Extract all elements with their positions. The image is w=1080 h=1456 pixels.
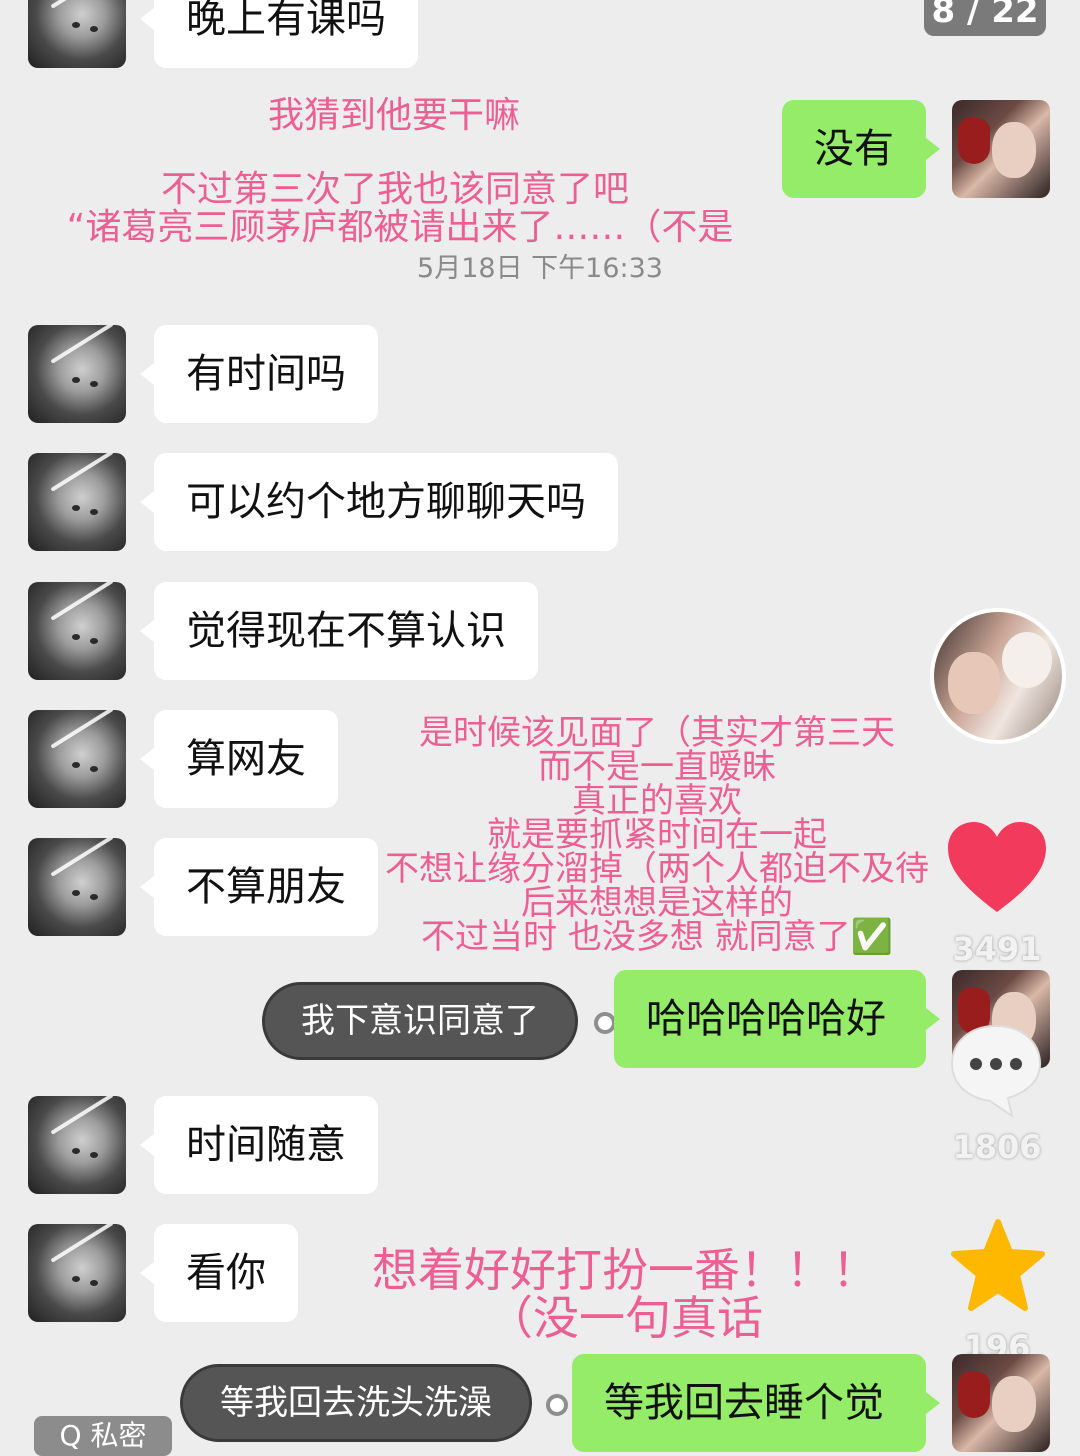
connector-dot <box>594 1012 616 1034</box>
chat-timestamp: 5月18日 下午16:33 <box>417 253 663 284</box>
connector-dot <box>546 1394 568 1416</box>
overlay-line: 不过当时 也没多想 就同意了✅ <box>421 917 893 957</box>
comment-button[interactable] <box>946 1018 1046 1119</box>
contact-avatar[interactable] <box>28 1096 126 1194</box>
message-bubble[interactable]: 看你 <box>140 1224 298 1322</box>
page-counter: 8 / 22 <box>924 0 1046 36</box>
favorite-button[interactable] <box>948 1216 1048 1316</box>
overlay-line: （没一句真话 <box>487 1291 763 1345</box>
overlay-line: 就是要抓紧时间在一起 <box>487 815 827 855</box>
message-bubble-self[interactable]: 等我回去睡个觉 <box>572 1354 940 1452</box>
comment-icon <box>950 1024 1042 1119</box>
heart-icon <box>948 822 1046 912</box>
contact-avatar[interactable] <box>28 0 126 68</box>
creator-avatar[interactable] <box>930 608 1066 744</box>
comment-count: 1806 <box>952 1128 1042 1166</box>
contact-avatar[interactable] <box>28 838 126 936</box>
overlay-line: 而不是一直暧昧 <box>538 747 776 787</box>
message-bubble[interactable]: 不算朋友 <box>140 838 378 936</box>
star-icon <box>951 1219 1045 1311</box>
contact-avatar[interactable] <box>28 453 126 551</box>
overlay-line: 不想让缘分溜掉（两个人都迫不及待 <box>385 849 929 889</box>
message-bubble[interactable]: 算网友 <box>140 710 338 808</box>
overlay-caption: “诸葛亮三顾茅庐都被请出来了……（不是 <box>66 207 734 248</box>
contact-avatar[interactable] <box>28 1224 126 1322</box>
overlay-caption-block: 想着好好打扮一番！！！ （没一句真话 <box>370 1246 880 1342</box>
like-button[interactable] <box>942 812 1052 922</box>
overlay-line: 真正的喜欢 <box>572 781 742 821</box>
message-bubble[interactable]: 有时间吗 <box>140 325 378 423</box>
annotation-pill: 等我回去洗头洗澡 <box>180 1364 532 1442</box>
self-avatar[interactable] <box>952 1354 1050 1452</box>
message-bubble[interactable]: 觉得现在不算认识 <box>140 582 538 680</box>
self-avatar[interactable] <box>952 100 1050 198</box>
privacy-label[interactable]: Q 私密 <box>34 1416 172 1456</box>
contact-avatar[interactable] <box>28 582 126 680</box>
message-bubble[interactable]: 可以约个地方聊聊天吗 <box>140 453 618 551</box>
message-bubble[interactable]: 晚上有课吗 <box>140 0 418 68</box>
like-count: 3491 <box>952 930 1042 968</box>
message-bubble-self[interactable]: 没有 <box>782 100 940 198</box>
annotation-pill: 我下意识同意了 <box>262 982 578 1060</box>
overlay-caption: 我猜到他要干嘛 <box>267 95 520 136</box>
contact-avatar[interactable] <box>28 325 126 423</box>
message-bubble[interactable]: 时间随意 <box>140 1096 378 1194</box>
overlay-line: 想着好好打扮一番！！！ <box>372 1243 878 1297</box>
overlay-line: 是时候该见面了（其实才第三天 <box>419 713 895 753</box>
contact-avatar[interactable] <box>28 710 126 808</box>
message-bubble-self[interactable]: 哈哈哈哈哈好 <box>614 970 940 1068</box>
overlay-line: 后来想想是这样的 <box>521 883 793 923</box>
overlay-caption-block: 是时候该见面了（其实才第三天 而不是一直暧昧 真正的喜欢 就是要抓紧时间在一起 … <box>380 716 934 954</box>
